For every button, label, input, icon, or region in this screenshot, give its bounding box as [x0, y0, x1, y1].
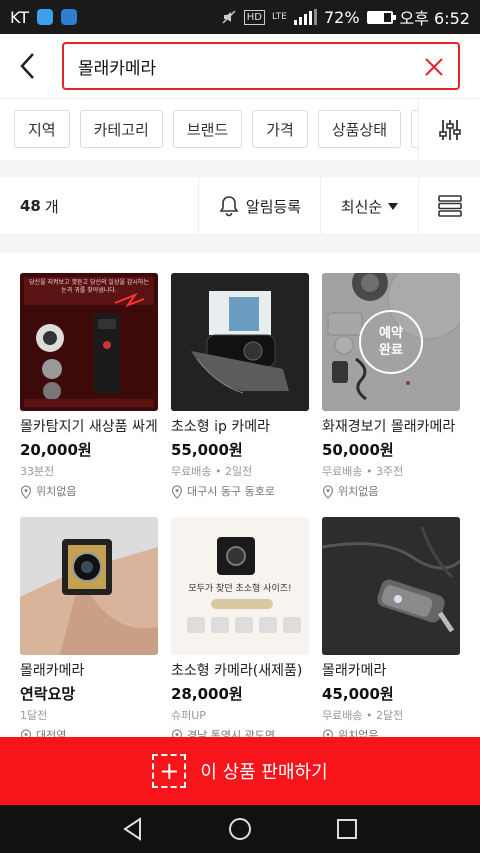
product-title: 몰래카메라: [20, 663, 85, 679]
list-view-icon: [437, 195, 462, 217]
battery-icon: [366, 10, 396, 24]
result-toolbar: 48 개 알림등록 최신순: [0, 177, 480, 235]
product-price: 45,000원: [322, 685, 394, 703]
sort-dropdown[interactable]: 최신순: [320, 177, 418, 235]
product-price: 28,000원: [171, 685, 243, 703]
product-location: 위치없음: [20, 483, 158, 501]
notify-label: 알림등록: [245, 197, 302, 216]
product-price: 55,000원: [171, 441, 243, 459]
product-image: 당신을 지켜보고 엿듣고 당신의 일상을 감시하는 눈과 귀를 찾아냅니다.: [20, 273, 158, 411]
product-image: 예약 완료: [322, 273, 460, 411]
system-nav-bar: [0, 805, 480, 853]
product-card[interactable]: 초소형 ip 카메라 55,000원 무료배송 • 2일전 대구시 동구 동호로: [171, 273, 309, 501]
product-meta: 1달전: [20, 709, 48, 722]
product-image: [20, 517, 158, 655]
search-input[interactable]: [78, 56, 398, 76]
mute-icon: [222, 10, 236, 24]
nav-back-icon[interactable]: [120, 816, 146, 842]
product-title: 초소형 ip 카메라: [171, 419, 270, 435]
clock: 오후 6:52: [399, 9, 470, 28]
product-image: [171, 273, 309, 411]
product-card[interactable]: 예약 완료 화재경보기 몰래카메라 50,000원 무료배송 • 3주전 위치없…: [322, 273, 460, 501]
carrier-label: KT: [10, 7, 30, 27]
product-location: 위치없음: [322, 727, 460, 737]
location-pin-icon: [322, 729, 334, 737]
result-count: 48 개: [20, 197, 59, 216]
product-image-caption: 모두가 찾던 초소형 사이즈!: [188, 584, 292, 594]
product-meta: 무료배송 • 2달전: [322, 709, 404, 722]
sort-label: 최신순: [340, 197, 383, 216]
app-notification-icon: [61, 9, 78, 25]
network-label: LTE: [272, 11, 287, 22]
product-image-caption: 당신을 지켜보고 엿듣고 당신의 일상을 감시하는 눈과 귀를 찾아냅니다.: [29, 279, 149, 294]
product-meta: 무료배송 • 3주전: [322, 465, 404, 478]
product-location: 경남 통영시 광도면: [171, 727, 309, 737]
product-location: 대전역: [20, 727, 158, 737]
product-price: 연락요망: [20, 685, 76, 703]
reserved-badge: 예약 완료: [359, 310, 423, 374]
notify-register-button[interactable]: 알림등록: [198, 177, 320, 235]
add-icon: +: [152, 754, 187, 788]
product-image: 모두가 찾던 초소형 사이즈!: [171, 517, 309, 655]
caret-down-icon: [388, 202, 399, 210]
filter-chip-region[interactable]: 지역: [14, 110, 70, 148]
signal-icon: [293, 9, 317, 25]
location-pin-icon: [171, 485, 183, 499]
location-pin-icon: [171, 729, 183, 737]
filter-settings-button[interactable]: [418, 99, 480, 160]
location-pin-icon: [20, 485, 32, 499]
product-price: 50,000원: [322, 441, 394, 459]
sell-this-item-button[interactable]: + 이 상품 판매하기: [0, 737, 480, 805]
hd-badge: HD: [243, 9, 265, 25]
product-image: [322, 517, 460, 655]
product-price: 20,000원: [20, 441, 92, 459]
location-pin-icon: [20, 729, 32, 737]
nav-home-icon[interactable]: [227, 816, 253, 842]
battery-percent: 72%: [323, 7, 360, 27]
divider: [0, 160, 480, 177]
product-location: 대구시 동구 동호로: [171, 483, 309, 501]
product-meta: 슈퍼UP: [171, 709, 206, 722]
divider: [0, 235, 480, 253]
location-pin-icon: [322, 485, 334, 499]
product-location: 위치없음: [322, 483, 460, 501]
mini-camera-photo-icon: [20, 517, 158, 655]
product-card[interactable]: 몰래카메라 연락요망 1달전 대전역: [20, 517, 158, 737]
sell-button-label: 이 상품 판매하기: [200, 762, 328, 783]
key-camera-photo-icon: [322, 517, 460, 655]
product-card[interactable]: 몰래카메라 45,000원 무료배송 • 2달전 위치없음: [322, 517, 460, 737]
reserved-overlay: 예약 완료: [322, 273, 460, 411]
camera-photo-icon: [171, 273, 309, 411]
search-box[interactable]: [62, 42, 460, 90]
product-title: 초소형 카메라(새제품): [171, 663, 303, 679]
back-arrow-icon: [20, 53, 34, 79]
filter-chips: 지역 카테고리 브랜드 가격 상품상태 상품: [14, 110, 467, 148]
nav-recents-icon[interactable]: [334, 816, 360, 842]
filter-chip-category[interactable]: 카테고리: [79, 110, 163, 148]
product-title: 화재경보기 몰래카메라: [322, 419, 456, 435]
filter-row: 지역 카테고리 브랜드 가격 상품상태 상품: [0, 98, 480, 160]
back-button[interactable]: [0, 34, 56, 98]
status-bar: KT HD LTE 72% 오후 6:52: [0, 0, 480, 34]
filter-chip-brand[interactable]: 브랜드: [172, 110, 243, 148]
clear-search-icon[interactable]: [422, 55, 446, 79]
filter-chip-price[interactable]: 가격: [252, 110, 308, 148]
search-header: [0, 34, 480, 98]
filter-chip-condition[interactable]: 상품상태: [317, 110, 402, 148]
message-notification-icon: [37, 9, 54, 25]
product-title: 몰래카메라: [322, 663, 387, 679]
product-title: 몰카탐지기 새상품 싸게: [20, 419, 158, 435]
product-card[interactable]: 모두가 찾던 초소형 사이즈! 초소형 카메라(새제품) 28,000원 슈퍼U…: [171, 517, 309, 737]
product-meta: 33분전: [20, 465, 55, 478]
product-card[interactable]: 당신을 지켜보고 엿듣고 당신의 일상을 감시하는 눈과 귀를 찾아냅니다. 몰…: [20, 273, 158, 501]
product-grid: 당신을 지켜보고 엿듣고 당신의 일상을 감시하는 눈과 귀를 찾아냅니다. 몰…: [0, 253, 480, 737]
view-mode-button[interactable]: [418, 177, 480, 235]
bell-icon: [219, 196, 239, 217]
sliders-icon: [438, 120, 461, 140]
product-meta: 무료배송 • 2일전: [171, 465, 253, 478]
